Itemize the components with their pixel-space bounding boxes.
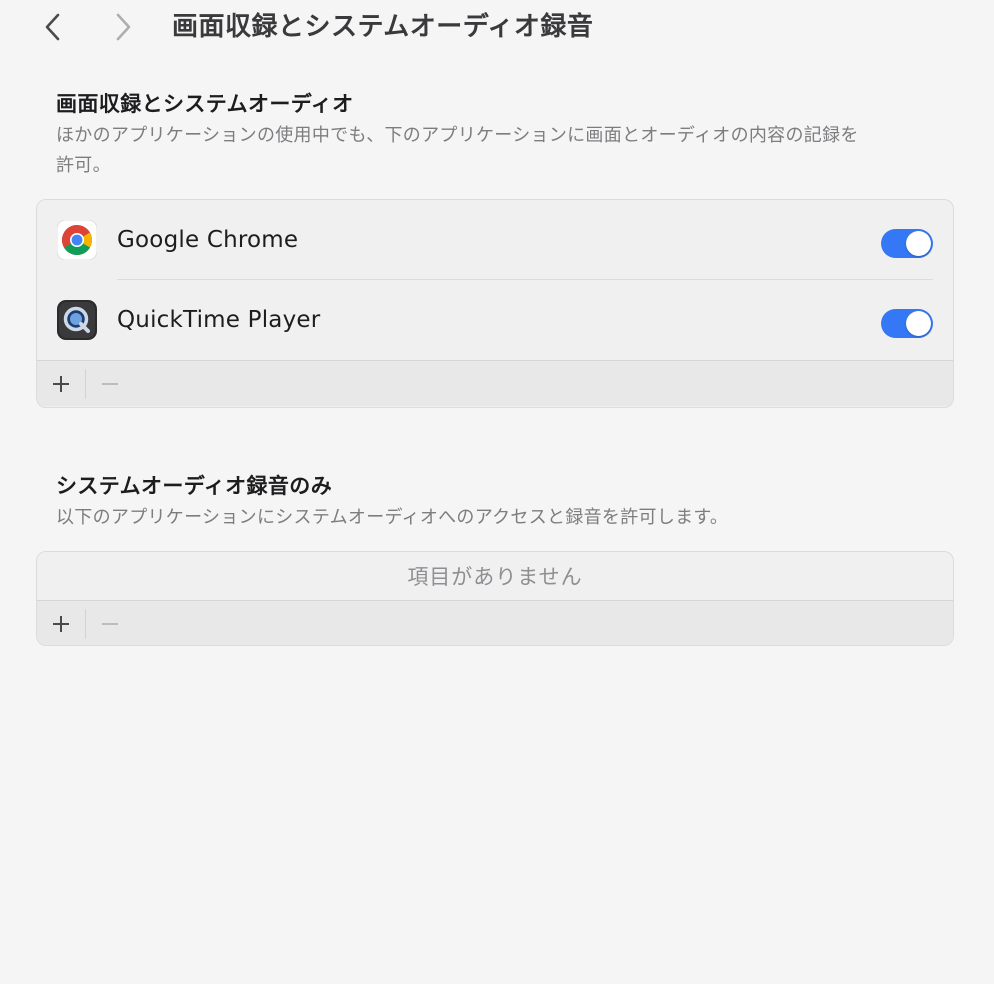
system-audio-toolbar (37, 600, 953, 646)
plus-icon (53, 375, 69, 392)
add-app-button[interactable] (37, 361, 85, 407)
plus-icon (53, 615, 69, 632)
chrome-icon (57, 220, 97, 260)
chevron-right-icon (116, 13, 131, 41)
remove-app-button[interactable] (86, 361, 134, 407)
chevron-left-icon (45, 13, 60, 41)
remove-app-button[interactable] (86, 601, 134, 646)
section-title-screen-audio: 画面収録とシステムオーディオ (56, 92, 354, 116)
toggle-quicktime-player[interactable] (881, 309, 933, 338)
app-row-quicktime-player: QuickTime Player (37, 280, 953, 360)
toggle-knob (906, 311, 931, 336)
minus-icon (102, 622, 118, 625)
back-button[interactable] (36, 10, 70, 44)
system-audio-app-list: 項目がありません (36, 551, 954, 646)
forward-button[interactable] (106, 10, 140, 44)
quicktime-icon (57, 300, 97, 340)
toggle-knob (906, 231, 931, 256)
app-row-google-chrome: Google Chrome (37, 200, 953, 280)
section-description-screen-audio: ほかのアプリケーションの使用中でも、下のアプリケーションに画面とオーディオの内容… (56, 125, 859, 176)
section-description-system-audio: 以下のアプリケーションにシステムオーディオへのアクセスと録音を許可します。 (56, 507, 729, 528)
minus-icon (102, 382, 118, 385)
add-app-button[interactable] (37, 601, 85, 646)
app-name-google-chrome: Google Chrome (117, 227, 299, 253)
empty-list-placeholder: 項目がありません (407, 565, 583, 589)
app-name-quicktime-player: QuickTime Player (117, 307, 321, 333)
section-title-system-audio: システムオーディオ録音のみ (56, 474, 333, 498)
page-title: 画面収録とシステムオーディオ録音 (172, 12, 594, 42)
screen-audio-toolbar (37, 360, 953, 406)
toggle-google-chrome[interactable] (881, 229, 933, 258)
screen-audio-app-list: Google Chrome QuickTime Player (36, 199, 954, 408)
settings-page: 画面収録とシステムオーディオ録音 画面収録とシステムオーディオ ほかのアプリケー… (0, 0, 994, 984)
